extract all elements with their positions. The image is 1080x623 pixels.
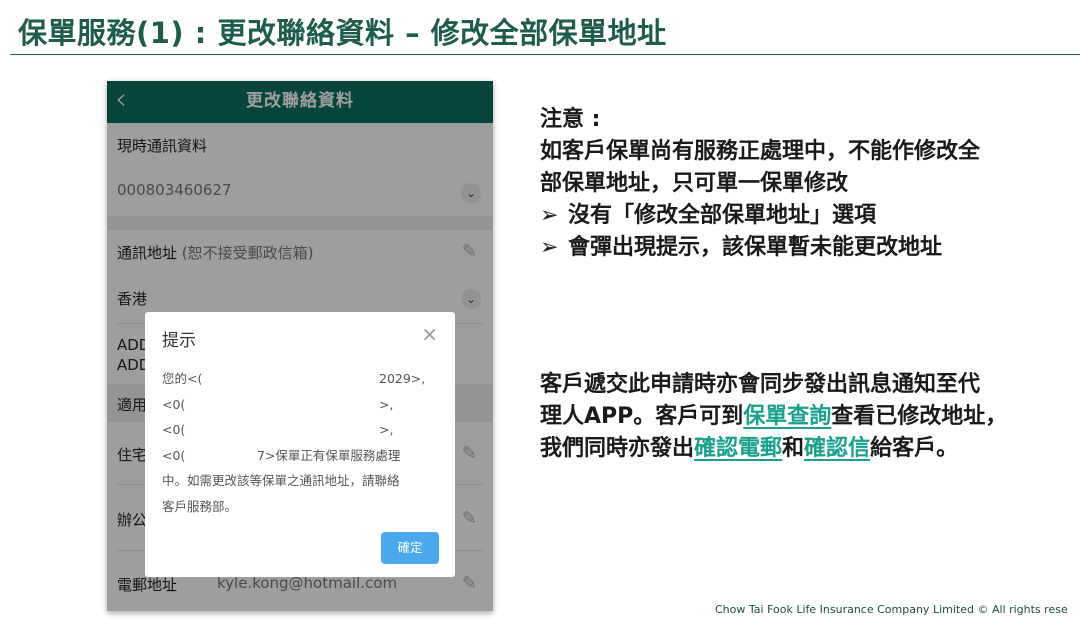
- confirmation-email-link[interactable]: 確認電郵: [694, 436, 782, 461]
- dialog-title: 提示: [162, 331, 196, 351]
- message-line-1-right: 2029>,: [379, 371, 426, 386]
- message-line-3-right: >,: [379, 422, 394, 437]
- message-line-2-right: >,: [379, 396, 394, 412]
- policy-inquiry-link[interactable]: 保單查詢: [743, 404, 831, 429]
- footer-copyright: Chow Tai Fook Life Insurance Company Lim…: [715, 603, 1068, 616]
- dialog-message: 您的<( 2029>, <0( >, <0( >, <0( 7>保單正有保單服務…: [162, 366, 442, 519]
- info-line-2: 理人APP。客戶可到保單查詢查看已修改地址，: [540, 404, 1008, 429]
- message-line-4-right: 7>保單正有保單服務處理: [257, 447, 401, 463]
- message-line-6: 客戶服務部。: [162, 498, 238, 514]
- message-line-3-left: <0(: [162, 422, 186, 437]
- confirm-button[interactable]: 確定: [381, 532, 439, 564]
- notes-line-2: 部保單地址，只可單一保單修改: [540, 171, 849, 196]
- arrow-bullet-icon: ➢: [540, 235, 559, 260]
- title-divider: [10, 54, 1080, 55]
- phone-screenshot: ‹ 更改聯絡資料 現時通訊資料 000803460627 ⌄ 通訊地址 (恕不接…: [107, 81, 493, 611]
- close-icon[interactable]: ×: [421, 324, 438, 344]
- notes-line-1: 如客戶保單尚有服務正處理中，不能作修改全: [540, 139, 981, 164]
- arrow-bullet-icon: ➢: [540, 203, 559, 228]
- notes-bullet-1: ➢ 沒有「修改全部保單地址」選項: [540, 200, 1080, 232]
- notes-bullet-2: ➢ 會彈出現提示，該保單暫未能更改地址: [540, 232, 1080, 264]
- message-line-2-left: <0(: [162, 396, 186, 412]
- message-line-5: 中。如需更改該等保單之通訊地址，請聯絡: [162, 473, 400, 488]
- info-line-1: 客戶遞交此申請時亦會同步發出訊息通知至代: [540, 372, 981, 397]
- info-block: 客戶遞交此申請時亦會同步發出訊息通知至代 理人APP。客戶可到保單查詢查看已修改…: [540, 369, 1080, 465]
- slide-title: 保單服務(1) : 更改聯絡資料 – 修改全部保單地址: [18, 16, 667, 50]
- notes-heading: 注意 :: [540, 107, 601, 132]
- notes-block: 注意 : 如客戶保單尚有服務正處理中，不能作修改全 部保單地址，只可單一保單修改…: [540, 104, 1080, 264]
- info-line-3: 我們同時亦發出確認電郵和確認信給客戶。: [540, 436, 959, 461]
- alert-dialog: 提示 × 您的<( 2029>, <0( >, <0( >, <0( 7>保單正…: [145, 312, 455, 577]
- message-line-4-left: <0(: [162, 447, 186, 463]
- message-line-1-left: 您的<(: [162, 371, 203, 386]
- confirmation-letter-link[interactable]: 確認信: [804, 436, 870, 461]
